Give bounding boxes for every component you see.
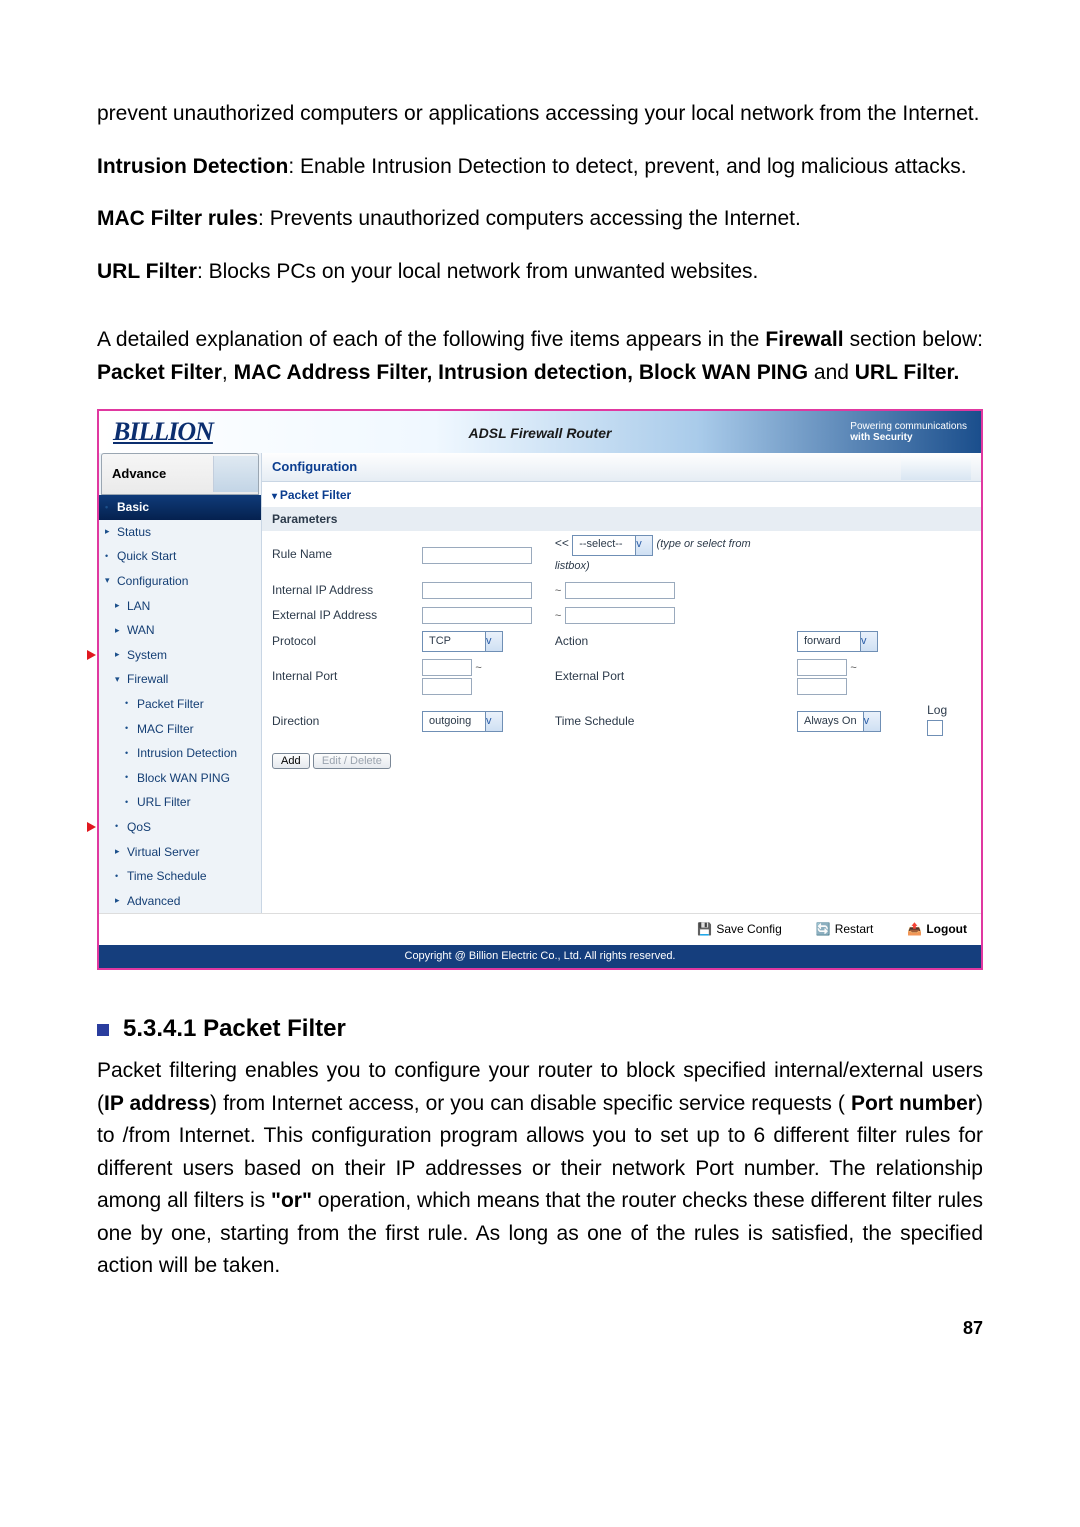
- nav-lan[interactable]: ▸LAN: [99, 594, 261, 619]
- label-external-ip: External IP Address: [262, 603, 412, 628]
- log-checkbox[interactable]: [927, 720, 943, 736]
- logout-icon: 📤: [907, 922, 922, 936]
- paragraph-url: URL Filter: Blocks PCs on your local net…: [97, 256, 983, 289]
- nav-url-filter[interactable]: •URL Filter: [99, 790, 261, 815]
- header-illustration: [901, 454, 971, 480]
- chevron-down-icon: v: [485, 712, 502, 731]
- section-heading: 5.3.4.1 Packet Filter: [97, 1010, 983, 1047]
- copyright: Copyright @ Billion Electric Co., Ltd. A…: [99, 945, 981, 968]
- router-screenshot: BILLION ADSL Firewall Router Powering co…: [97, 409, 983, 970]
- page-number: 87: [97, 1315, 983, 1343]
- action-select[interactable]: forwardv: [797, 631, 878, 652]
- label-direction: Direction: [262, 698, 412, 744]
- chevron-down-icon: v: [635, 536, 652, 555]
- router-title: ADSL Firewall Router: [99, 423, 981, 445]
- nav-intrusion-detection[interactable]: •Intrusion Detection: [99, 741, 261, 766]
- restart-icon: 🔄: [816, 922, 831, 936]
- external-ip-to-input[interactable]: [565, 607, 675, 624]
- nav-quickstart[interactable]: •Quick Start: [99, 544, 261, 569]
- nav-wan[interactable]: ▸WAN: [99, 618, 261, 643]
- add-button[interactable]: Add: [272, 753, 310, 769]
- label-internal-port: Internal Port: [262, 655, 412, 699]
- internal-ip-from-input[interactable]: [422, 582, 532, 599]
- paragraph-mac: MAC Filter rules: Prevents unauthorized …: [97, 203, 983, 236]
- nav-system[interactable]: ▸System: [99, 643, 261, 668]
- label-rule-name: Rule Name: [262, 531, 412, 577]
- paragraph-explain: A detailed explanation of each of the fo…: [97, 324, 983, 389]
- logout-link[interactable]: 📤Logout: [907, 920, 967, 939]
- nav-packet-filter[interactable]: •Packet Filter: [99, 692, 261, 717]
- section-header-packet-filter: Packet Filter: [262, 482, 981, 507]
- nav-firewall[interactable]: ▾Firewall: [99, 667, 261, 692]
- rule-name-input[interactable]: [422, 547, 532, 564]
- nav-configuration[interactable]: ▾Configuration: [99, 569, 261, 594]
- chevron-down-icon: v: [485, 632, 502, 651]
- configuration-bar: Configuration: [262, 453, 981, 482]
- external-ip-from-input[interactable]: [422, 607, 532, 624]
- chevron-down-icon: v: [863, 712, 880, 731]
- internal-ip-to-input[interactable]: [565, 582, 675, 599]
- parameters-header: Parameters: [262, 507, 981, 532]
- label-time-schedule: Time Schedule: [545, 698, 787, 744]
- nav-block-wan-ping[interactable]: •Block WAN PING: [99, 766, 261, 791]
- restart-link[interactable]: 🔄Restart: [816, 920, 874, 939]
- nav-basic[interactable]: •Basic: [99, 495, 261, 520]
- paragraph-packet-filter: Packet filtering enables you to configur…: [97, 1055, 983, 1283]
- external-port-from-input[interactable]: [797, 659, 847, 676]
- nav-virtual-server[interactable]: ▸Virtual Server: [99, 840, 261, 865]
- router-header: BILLION ADSL Firewall Router Powering co…: [99, 411, 981, 453]
- arrow-left-icon: <<: [555, 536, 569, 550]
- router-footer: 💾Save Config 🔄Restart 📤Logout: [99, 913, 981, 945]
- external-port-to-input[interactable]: [797, 678, 847, 695]
- packet-filter-form: Rule Name << --select--v (type or select…: [262, 531, 981, 772]
- paragraph-ids: Intrusion Detection: Enable Intrusion De…: [97, 151, 983, 184]
- nav-advanced[interactable]: ▸Advanced: [99, 889, 261, 914]
- nav-status[interactable]: ▸Status: [99, 520, 261, 545]
- direction-select[interactable]: outgoingv: [422, 711, 503, 732]
- protocol-select[interactable]: TCPv: [422, 631, 503, 652]
- nav-mac-filter[interactable]: •MAC Filter: [99, 717, 261, 742]
- save-icon: 💾: [697, 922, 712, 936]
- edit-delete-button[interactable]: Edit / Delete: [313, 753, 391, 769]
- internal-port-to-input[interactable]: [422, 678, 472, 695]
- nav-qos[interactable]: •QoS: [99, 815, 261, 840]
- label-external-port: External Port: [545, 655, 787, 699]
- paragraph-intro-cont: prevent unauthorized computers or applic…: [97, 98, 983, 131]
- save-config-link[interactable]: 💾Save Config: [697, 920, 781, 939]
- internal-port-from-input[interactable]: [422, 659, 472, 676]
- label-protocol: Protocol: [262, 628, 412, 655]
- sidebar: Advance •Basic ▸Status •Quick Start ▾Con…: [99, 453, 262, 913]
- tab-illustration: [213, 456, 258, 492]
- tab-advance[interactable]: Advance: [101, 453, 259, 495]
- chevron-down-icon: v: [860, 632, 877, 651]
- square-bullet-icon: [97, 1024, 109, 1036]
- label-log: Log: [927, 703, 947, 717]
- time-schedule-select[interactable]: Always Onv: [797, 711, 881, 732]
- label-action: Action: [545, 628, 787, 655]
- rule-name-select[interactable]: --select--v: [572, 535, 653, 556]
- nav-time-schedule[interactable]: •Time Schedule: [99, 864, 261, 889]
- label-internal-ip: Internal IP Address: [262, 578, 412, 603]
